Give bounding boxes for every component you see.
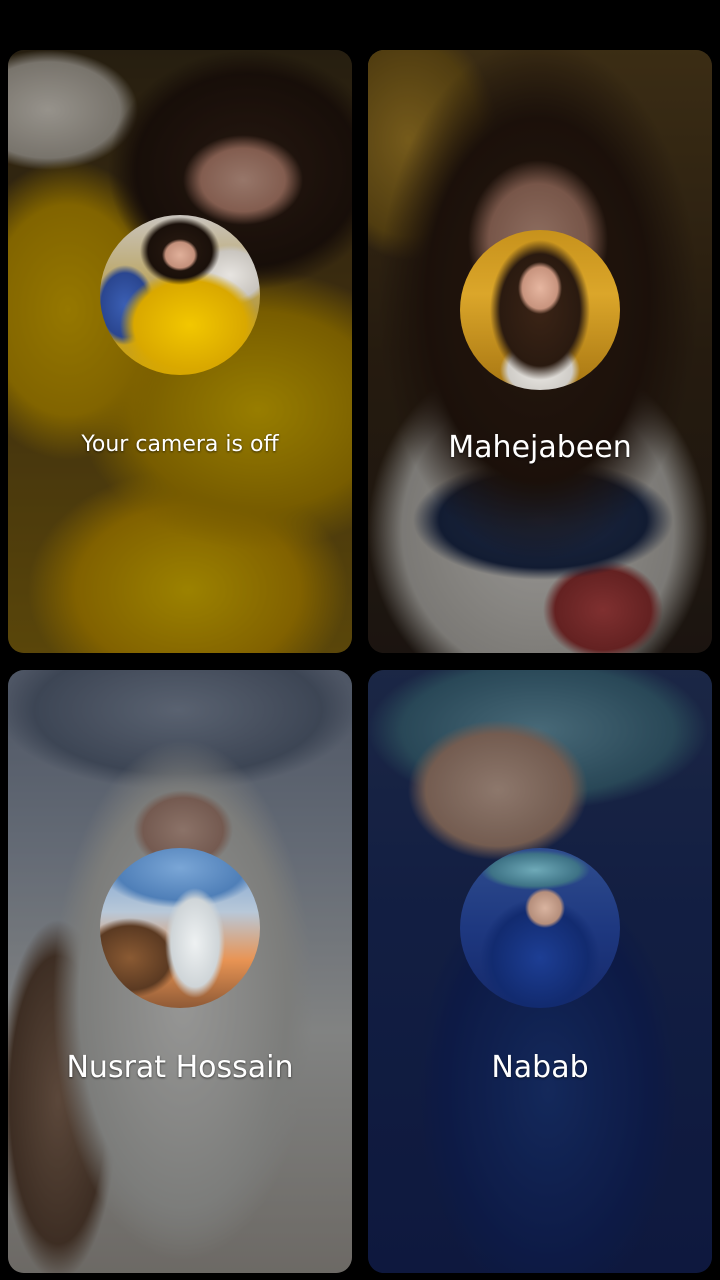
self-avatar bbox=[100, 215, 260, 375]
participant-tile-nabab[interactable]: Nabab bbox=[368, 670, 712, 1273]
participant-avatar bbox=[460, 230, 620, 390]
participant-tile-nusrat-hossain[interactable]: Nusrat Hossain bbox=[8, 670, 352, 1273]
participant-name: Nabab bbox=[491, 1050, 589, 1085]
video-call-grid: Your camera is off Mahejabeen Nusrat Hos… bbox=[0, 0, 720, 1280]
camera-off-label: Your camera is off bbox=[81, 432, 279, 457]
participant-avatar bbox=[460, 848, 620, 1008]
participant-avatar bbox=[100, 848, 260, 1008]
participant-name: Nusrat Hossain bbox=[66, 1050, 294, 1085]
self-video-tile[interactable]: Your camera is off bbox=[8, 50, 352, 653]
participant-tile-mahejabeen[interactable]: Mahejabeen bbox=[368, 50, 712, 653]
participant-name: Mahejabeen bbox=[448, 430, 632, 465]
